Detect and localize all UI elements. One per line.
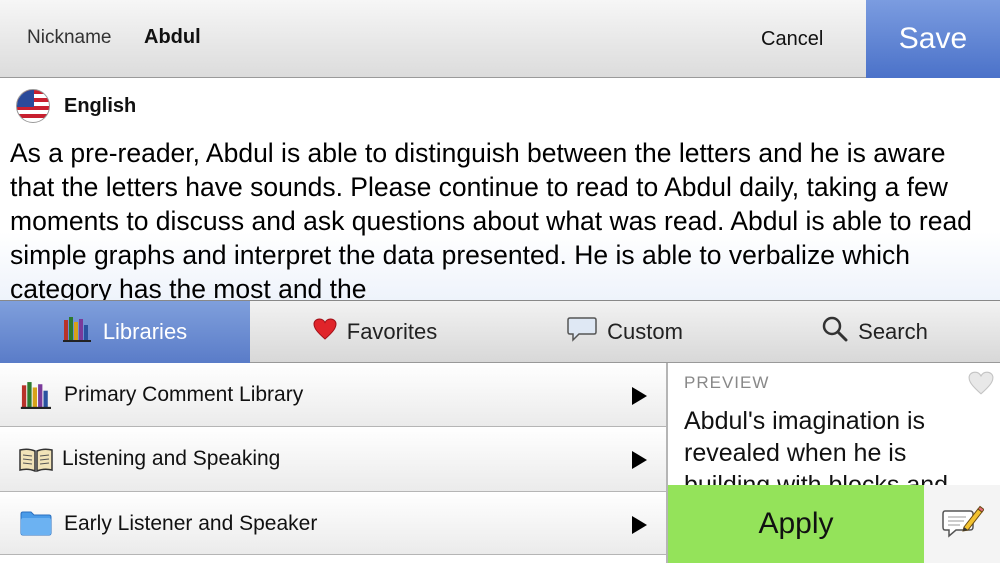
tab-favorites-label: Favorites (346, 319, 438, 344)
language-label: English (64, 95, 137, 117)
list-item-listening-and-speaking[interactable]: Listening and Speaking (0, 427, 666, 492)
chevron-right-icon (632, 387, 647, 405)
folder-icon (20, 510, 52, 541)
preview-text: Abdul's imagination is revealed when he … (684, 407, 949, 485)
tab-favorites[interactable]: Favorites (250, 301, 500, 363)
speech-bubble-icon (567, 316, 597, 348)
comment-text[interactable]: As a pre-reader, Abdul is able to distin… (10, 136, 995, 300)
list-item-label: Listening and Speaking (62, 447, 281, 470)
books-icon (62, 316, 93, 348)
chevron-right-icon (632, 451, 647, 469)
nickname-label: Nickname (27, 27, 112, 48)
edit-comment-button[interactable] (924, 485, 1000, 563)
tab-libraries-label: Libraries (102, 319, 188, 344)
library-list: Primary Comment Library Listening and Sp… (0, 363, 666, 563)
favorite-heart-icon[interactable] (968, 371, 994, 395)
comment-text-area[interactable]: As a pre-reader, Abdul is able to distin… (0, 130, 1000, 300)
tab-custom[interactable]: Custom (500, 301, 750, 363)
top-bar: Nickname Abdul Cancel Save (0, 0, 1000, 78)
save-button[interactable]: Save (866, 0, 1000, 78)
tab-bar: Libraries Favorites Custom Search (0, 300, 1000, 363)
list-item-label: Primary Comment Library (64, 383, 304, 406)
edit-pencil-icon (942, 505, 985, 546)
books-icon (20, 381, 54, 414)
preview-panel: PREVIEW Abdul's imagination is revealed … (666, 363, 1000, 563)
tab-custom-label: Custom (607, 319, 683, 344)
open-book-icon (18, 447, 54, 478)
us-flag-icon (16, 89, 50, 123)
tab-libraries[interactable]: Libraries (0, 301, 250, 363)
cancel-button[interactable]: Cancel (761, 28, 823, 51)
tab-search[interactable]: Search (750, 301, 1000, 363)
list-item-early-listener-and-speaker[interactable]: Early Listener and Speaker (0, 492, 666, 555)
list-item-label: Early Listener and Speaker (64, 512, 318, 535)
heart-icon (313, 318, 337, 346)
search-icon (822, 316, 848, 348)
apply-button[interactable]: Apply (668, 485, 924, 563)
list-item-primary-comment-library[interactable]: Primary Comment Library (0, 363, 666, 427)
preview-title: PREVIEW (684, 373, 770, 392)
language-row[interactable]: English (0, 79, 1000, 129)
chevron-right-icon (632, 516, 647, 534)
tab-search-label: Search (858, 319, 928, 344)
nickname-value[interactable]: Abdul (144, 26, 201, 49)
